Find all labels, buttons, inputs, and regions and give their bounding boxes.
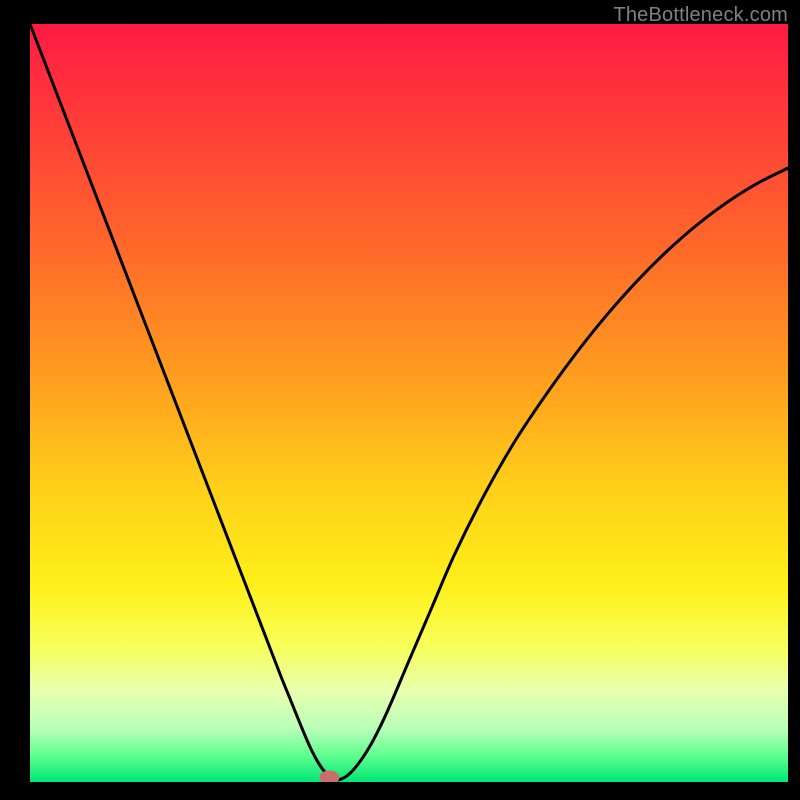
watermark-text: TheBottleneck.com (613, 4, 788, 27)
chart-frame: TheBottleneck.com (0, 0, 800, 800)
plot-background (30, 24, 788, 782)
bottleneck-chart (0, 0, 800, 800)
optimal-point-marker (319, 770, 339, 784)
